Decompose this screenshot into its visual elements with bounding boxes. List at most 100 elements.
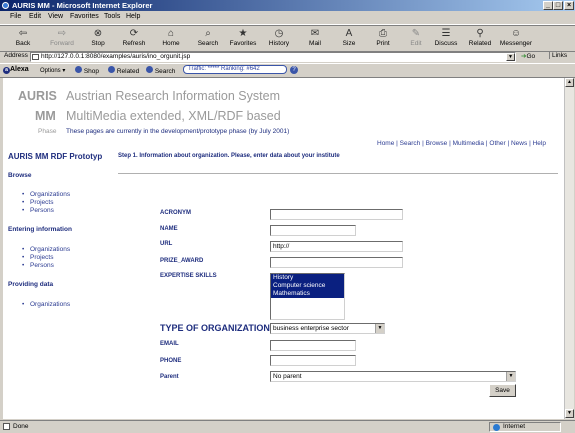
home-button[interactable]: ⌂ Home: [152, 27, 190, 50]
nav-home-link[interactable]: Home: [377, 140, 394, 147]
parent-select[interactable]: No parent ▼: [270, 371, 516, 382]
stop-button[interactable]: ⊗ Stop: [79, 27, 117, 50]
menu-bar: File Edit View Favorites Tools Help: [0, 11, 575, 25]
back-button[interactable]: ⇦ Back: [4, 27, 42, 50]
nav-help-link[interactable]: Help: [533, 140, 546, 147]
refresh-icon: ⟳: [129, 28, 139, 39]
address-input[interactable]: http://127.0.0.1:8080/examples/auris/ino…: [30, 52, 516, 62]
nav-news-link[interactable]: News: [511, 140, 527, 147]
entering-persons-link[interactable]: Persons: [30, 262, 54, 269]
prize-award-label: PRIZE_AWARD: [160, 258, 204, 264]
entering-projects-link[interactable]: Projects: [30, 254, 53, 261]
phone-input[interactable]: [270, 355, 356, 366]
search-label: Search: [197, 40, 219, 47]
alexa-logo[interactable]: a Alexa: [3, 66, 29, 74]
email-label: EMAIL: [160, 341, 179, 347]
mail-button[interactable]: ✉ Mail: [296, 27, 334, 50]
prize-award-input[interactable]: [270, 257, 403, 268]
nav-multimedia-link[interactable]: Multimedia: [453, 140, 484, 147]
edit-icon: ✎: [411, 28, 421, 39]
bullet-icon: •: [22, 207, 25, 214]
name-input[interactable]: [270, 225, 356, 236]
forward-button[interactable]: ⇨ Forward: [43, 27, 81, 50]
expertise-option-mathematics[interactable]: Mathematics: [271, 290, 344, 298]
menu-edit[interactable]: Edit: [29, 13, 41, 20]
discuss-label: Discuss: [434, 40, 458, 47]
alexa-options-button[interactable]: Options ▾: [40, 67, 65, 74]
text-size-icon: A: [345, 28, 353, 39]
favorites-button[interactable]: ★ Favorites: [224, 27, 262, 50]
globe-icon: [493, 424, 500, 431]
minimize-button[interactable]: _: [543, 1, 553, 10]
header-auris-subtitle: Austrian Research Information System: [66, 89, 280, 103]
entering-organizations-link[interactable]: Organizations: [30, 246, 70, 253]
related-icon: [108, 66, 115, 73]
nav-other-link[interactable]: Other: [489, 140, 505, 147]
expertise-option-history[interactable]: History: [271, 274, 344, 282]
size-button[interactable]: A Size: [330, 27, 368, 50]
save-button[interactable]: Save: [489, 384, 516, 397]
alexa-shop-button[interactable]: Shop: [75, 66, 99, 75]
nav-browse-link[interactable]: Browse: [426, 140, 448, 147]
browse-organizations-link[interactable]: Organizations: [30, 191, 70, 198]
messenger-icon: ☺: [510, 28, 522, 39]
menu-view[interactable]: View: [48, 13, 63, 20]
discuss-icon: ☰: [441, 28, 451, 39]
browse-projects-link[interactable]: Projects: [30, 199, 53, 206]
toolbar: ⇦ Back ⇨ Forward ⊗ Stop ⟳ Refresh ⌂ Home ⌕ Search ★ F…: [0, 25, 575, 52]
vertical-scrollbar[interactable]: ▲ ▼: [564, 78, 574, 419]
refresh-label: Refresh: [122, 40, 146, 47]
expertise-skills-listbox[interactable]: History Computer science Mathematics: [270, 273, 345, 320]
related-button[interactable]: ⚲ Related: [461, 27, 499, 50]
phase-text: These pages are currently in the develop…: [66, 128, 290, 135]
shop-icon: [75, 66, 82, 73]
home-label: Home: [162, 40, 180, 47]
print-icon: ⎙: [379, 28, 387, 39]
zone-text: Internet: [503, 423, 526, 430]
acronym-input[interactable]: [270, 209, 403, 220]
status-text: Done: [13, 423, 29, 430]
acronym-label: ACRONYM: [160, 210, 191, 216]
maximize-button[interactable]: □: [553, 1, 563, 10]
type-of-organization-label: TYPE OF ORGANIZATION: [160, 323, 270, 333]
back-arrow-icon: ⇦: [18, 28, 28, 39]
menu-favorites[interactable]: Favorites: [70, 13, 99, 20]
scroll-down-icon[interactable]: ▼: [565, 409, 574, 418]
sidebar-title: AURIS MM RDF Prototyp: [8, 152, 103, 161]
traffic-rank-display: Traffic: ***** Ranking: #642: [183, 65, 287, 74]
bullet-icon: •: [22, 254, 25, 261]
stop-label: Stop: [91, 40, 105, 47]
bullet-icon: •: [22, 301, 25, 308]
entering-section-title: Entering information: [8, 226, 72, 233]
browse-persons-link[interactable]: Persons: [30, 207, 54, 214]
messenger-button[interactable]: ☺ Messenger: [497, 27, 535, 50]
menu-help[interactable]: Help: [126, 13, 140, 20]
type-of-organization-select[interactable]: business enterprise sector ▼: [270, 323, 385, 334]
menu-file[interactable]: File: [10, 13, 21, 20]
nav-search-link[interactable]: Search: [400, 140, 421, 147]
url-input[interactable]: http://: [270, 241, 403, 252]
parent-label: Parent: [160, 374, 179, 380]
menu-tools[interactable]: Tools: [104, 13, 120, 20]
search-button[interactable]: ⌕ Search: [189, 27, 227, 50]
alexa-search-button[interactable]: Search: [146, 66, 175, 75]
favorites-label: Favorites: [229, 40, 257, 47]
help-icon[interactable]: ?: [290, 66, 298, 74]
history-icon: ◷: [274, 28, 284, 39]
close-button[interactable]: ×: [564, 1, 574, 10]
providing-organizations-link[interactable]: Organizations: [30, 301, 70, 308]
address-dropdown-button[interactable]: ▼: [506, 53, 515, 61]
chevron-down-icon: ▼: [506, 372, 515, 381]
discuss-button[interactable]: ☰ Discuss: [427, 27, 465, 50]
email-input[interactable]: [270, 340, 356, 351]
expertise-option-computer-science[interactable]: Computer science: [271, 282, 344, 290]
go-button[interactable]: ➔Go: [521, 52, 535, 60]
links-button[interactable]: Links: [549, 52, 567, 59]
history-button[interactable]: ◷ History: [260, 27, 298, 50]
parent-value: No parent: [273, 373, 302, 380]
scroll-up-icon[interactable]: ▲: [565, 78, 574, 87]
bullet-icon: •: [22, 191, 25, 198]
alexa-related-button[interactable]: Related: [108, 66, 139, 75]
favorites-icon: ★: [238, 28, 248, 39]
refresh-button[interactable]: ⟳ Refresh: [115, 27, 153, 50]
